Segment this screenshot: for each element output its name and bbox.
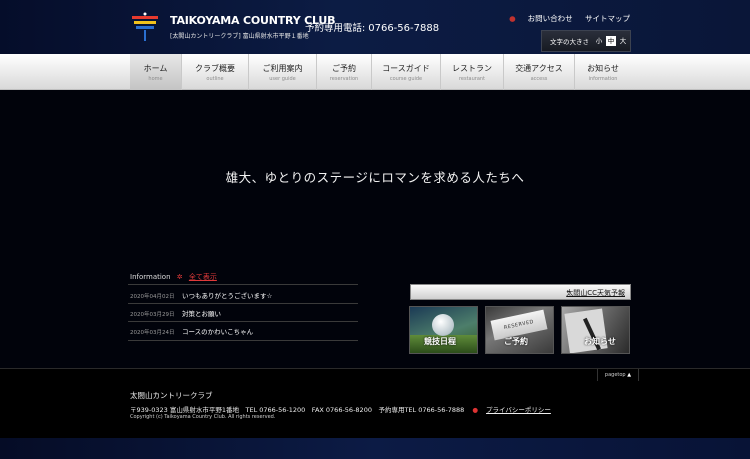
nav-information[interactable]: お知らせ information <box>575 54 631 90</box>
golf-ball-image <box>432 314 454 336</box>
info-heading: Information ✲ 全て表示 <box>130 273 217 281</box>
site-header: TAIKOYAMA COUNTRY CLUB [太閤山カントリークラブ] 富山県… <box>0 0 750 54</box>
news-item[interactable]: 2020年03月24日 コースのかわいこちゃん <box>130 326 253 336</box>
info-all-link[interactable]: 全て表示 <box>189 273 217 281</box>
banner-reservation[interactable]: RESERVED ご予約 <box>485 306 554 354</box>
news-item[interactable]: 2020年04月02日 いつもありがとうございます☆ <box>130 290 272 300</box>
footer-address: 〒939-0323 富山県射水市平野1番地 TEL 0766-56-1200 F… <box>130 406 551 414</box>
weather-bar: ▸ 太閤山CC天気予報 <box>410 284 631 300</box>
site-subtitle: [太閤山カントリークラブ] 富山県射水市平野１番地 <box>170 33 309 40</box>
nav-course-guide[interactable]: コースガイド course guide <box>372 54 441 90</box>
global-nav: ホーム home クラブ概要 outline ご利用案内 user guide ご予約… <box>0 54 750 90</box>
reservation-tel: 予約専用電話: 0766-56-7888 <box>305 20 439 34</box>
footer-bar <box>0 438 750 459</box>
divider <box>128 321 358 322</box>
nav-user-guide[interactable]: ご利用案内 user guide <box>249 54 317 90</box>
tel-label: 予約専用電話: <box>305 23 366 34</box>
bullet-icon: ● <box>472 406 479 414</box>
news-item[interactable]: 2020年03月29日 対策とお願い <box>130 308 221 318</box>
arrow-up-icon: ▲ <box>627 372 632 378</box>
banner-competition[interactable]: 競技日程 <box>409 306 478 354</box>
privacy-policy-link[interactable]: プライバシーポリシー <box>486 406 551 414</box>
divider <box>128 303 358 304</box>
nav-reservation[interactable]: ご予約 reservation <box>317 54 372 90</box>
club-logo-icon[interactable] <box>130 12 160 42</box>
weather-link[interactable]: 太閤山CC天気予報 <box>566 288 625 298</box>
divider <box>128 340 358 341</box>
divider <box>128 284 358 285</box>
font-size-large[interactable]: 大 <box>618 36 628 46</box>
star-icon: ✲ <box>176 273 183 281</box>
pagetop-button[interactable]: pagetop ▲ <box>597 369 639 381</box>
nav-outline[interactable]: クラブ概要 outline <box>182 54 249 90</box>
banner-information[interactable]: お知らせ <box>561 306 630 354</box>
footer-copyright: Copyright (c) Taikoyama Country Club. Al… <box>130 414 276 420</box>
tel-number: 0766-56-7888 <box>368 23 440 34</box>
nav-access[interactable]: 交通アクセス access <box>504 54 575 90</box>
font-size-label: 文字の大きさ <box>550 38 589 46</box>
header-links: ● お問い合わせ サイトマップ <box>489 13 630 24</box>
nav-restaurant[interactable]: レストラン restaurant <box>441 54 504 90</box>
hero-area <box>0 90 750 368</box>
font-size-switcher: 文字の大きさ 小 中 大 <box>541 30 631 52</box>
font-size-small[interactable]: 小 <box>594 36 604 46</box>
hero-catchcopy: 雄大、ゆとりのステージにロマンを求める人たちへ <box>225 170 525 185</box>
font-size-medium[interactable]: 中 <box>606 36 616 46</box>
footer-club-name: 太閤山カントリークラブ <box>130 391 213 400</box>
contact-link[interactable]: ● お問い合わせ <box>499 14 573 23</box>
sitemap-link[interactable]: サイトマップ <box>585 14 630 23</box>
nav-home[interactable]: ホーム home <box>130 54 182 90</box>
bullet-icon: ● <box>509 14 516 23</box>
